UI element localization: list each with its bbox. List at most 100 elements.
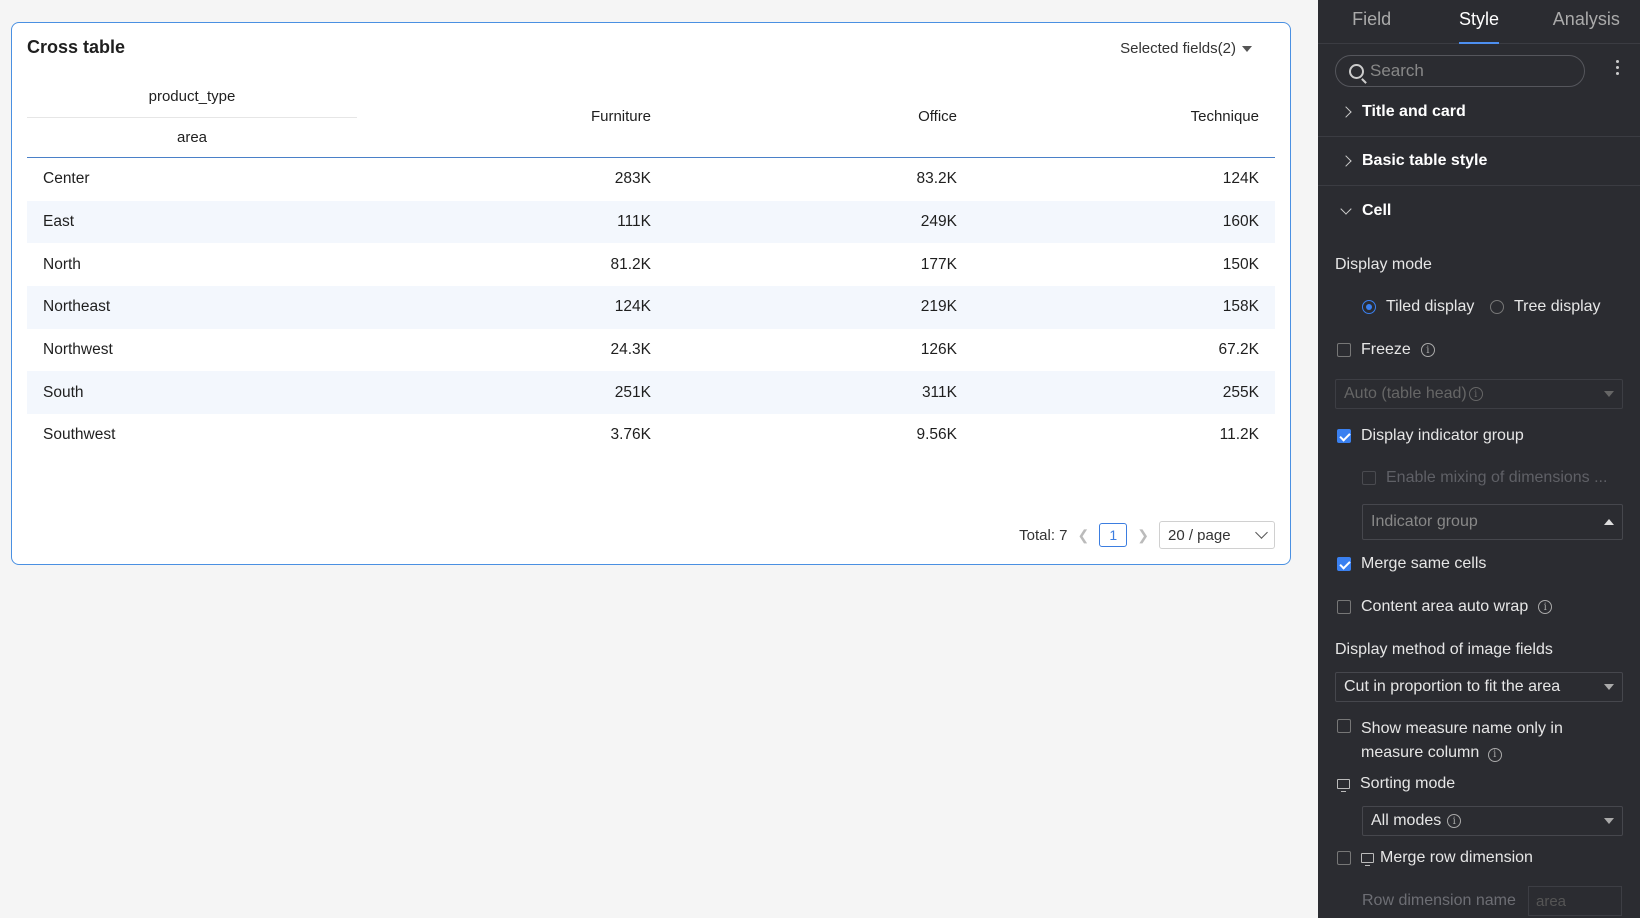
value-cell: 219K xyxy=(920,298,957,316)
row-dimension-cell: East xyxy=(43,213,75,231)
prev-page-icon[interactable]: ❮ xyxy=(1078,527,1090,544)
row-dimension-cell: Center xyxy=(43,170,90,188)
show-measure-name-label-2: measure column xyxy=(1361,744,1480,761)
page-1-button[interactable]: 1 xyxy=(1099,523,1128,547)
checkbox-icon xyxy=(1337,719,1351,733)
row-dimension-cell: Northwest xyxy=(43,341,113,359)
row-dimension-name-input[interactable]: area xyxy=(1528,886,1622,916)
value-cell: 249K xyxy=(920,213,957,231)
radio-selected-icon xyxy=(1362,300,1376,314)
freeze-select-value: Auto (table head) xyxy=(1344,385,1467,402)
search-icon xyxy=(1349,64,1364,79)
more-options-icon[interactable] xyxy=(1616,60,1620,75)
column-header-furniture[interactable]: Furniture xyxy=(591,108,651,125)
style-panel: Field Style Analysis Search Title and ca… xyxy=(1318,0,1640,918)
enable-mixing-checkbox[interactable]: Enable mixing of dimensions ... xyxy=(1362,469,1607,487)
merge-row-dimension-label: Merge row dimension xyxy=(1380,849,1533,866)
section-label: Title and card xyxy=(1362,103,1466,120)
selected-fields-dropdown[interactable]: Selected fields(2) xyxy=(1120,40,1252,57)
column-header-office[interactable]: Office xyxy=(918,108,957,125)
table-row[interactable]: East 111K 249K 160K xyxy=(27,200,1275,244)
checkbox-checked-icon xyxy=(1337,429,1351,443)
table-row[interactable]: Southwest 3.76K 9.56K 11.2K xyxy=(27,414,1275,457)
caret-down-icon xyxy=(1604,818,1614,824)
table-row[interactable]: Northeast 124K 219K 158K xyxy=(27,286,1275,329)
enable-mixing-label: Enable mixing of dimensions ... xyxy=(1386,469,1608,486)
section-basic-table-style[interactable]: Basic table style xyxy=(1318,137,1640,186)
tiled-display-radio[interactable]: Tiled display xyxy=(1362,298,1474,316)
value-cell: 160K xyxy=(1222,213,1259,231)
chevron-right-icon xyxy=(1340,155,1352,167)
table-row[interactable]: North 81.2K 177K 150K xyxy=(27,243,1275,286)
value-cell: 124K xyxy=(614,298,651,316)
table-row[interactable]: South 251K 311K 255K xyxy=(27,371,1275,415)
value-cell: 24.3K xyxy=(610,341,651,359)
info-icon: i xyxy=(1487,748,1502,762)
info-icon: i xyxy=(1468,387,1483,401)
image-display-value: Cut in proportion to fit the area xyxy=(1344,678,1561,695)
content-auto-wrap-checkbox[interactable]: Content area auto wrap i xyxy=(1337,598,1553,616)
radio-icon xyxy=(1490,300,1504,314)
monitor-icon xyxy=(1337,779,1350,792)
show-measure-name-label-1: Show measure name only in xyxy=(1361,720,1563,737)
tree-display-label: Tree display xyxy=(1514,298,1601,315)
chevron-down-icon xyxy=(1340,202,1352,215)
value-cell: 124K xyxy=(1222,170,1259,188)
tiled-display-label: Tiled display xyxy=(1386,298,1475,315)
chevron-down-icon xyxy=(1255,526,1268,539)
value-cell: 111K xyxy=(617,213,651,231)
row-dimension-cell: Southwest xyxy=(43,426,116,444)
table-body: Center 283K 83.2K 124K East 111K 249K 160K North… xyxy=(27,158,1275,457)
page-size-value: 20 / page xyxy=(1168,526,1231,544)
merge-same-cells-checkbox[interactable]: Merge same cells xyxy=(1337,555,1486,573)
freeze-checkbox[interactable]: Freeze i xyxy=(1337,341,1435,359)
image-display-select[interactable]: Cut in proportion to fit the area xyxy=(1335,672,1623,702)
value-cell: 9.56K xyxy=(916,426,957,444)
indicator-group-select[interactable]: Indicator group xyxy=(1362,504,1623,540)
freeze-select[interactable]: Auto (table head) i xyxy=(1335,379,1623,409)
cross-table-card[interactable]: Cross table Selected fields(2) product_t… xyxy=(11,22,1291,565)
table-row[interactable]: Center 283K 83.2K 124K xyxy=(27,158,1275,201)
caret-down-icon xyxy=(1242,45,1252,52)
tab-analysis[interactable]: Analysis xyxy=(1533,0,1640,43)
caret-down-icon xyxy=(1604,684,1614,690)
caret-down-icon xyxy=(1604,391,1614,397)
info-icon: i xyxy=(1420,343,1435,357)
value-cell: 255K xyxy=(1222,383,1259,401)
column-header-technique[interactable]: Technique xyxy=(1191,108,1259,125)
column-dimension-header[interactable]: product_type xyxy=(27,88,357,118)
display-indicator-group-checkbox[interactable]: Display indicator group xyxy=(1337,427,1524,445)
table-header: product_type area Furniture Office Techn… xyxy=(27,78,1275,158)
tab-style[interactable]: Style xyxy=(1425,0,1532,43)
show-measure-name-checkbox[interactable]: Show measure name only in measure column… xyxy=(1337,717,1563,765)
pagination: Total: 7 ❮ 1 ❯ 20 / page xyxy=(1019,521,1275,549)
value-cell: 150K xyxy=(1222,255,1259,273)
row-dimension-header[interactable]: area xyxy=(27,129,357,146)
page-size-select[interactable]: 20 / page xyxy=(1159,521,1275,549)
value-cell: 251K xyxy=(614,383,651,401)
tab-field[interactable]: Field xyxy=(1318,0,1425,43)
sorting-mode-select[interactable]: All modes i xyxy=(1362,806,1623,836)
content-auto-wrap-label: Content area auto wrap xyxy=(1361,598,1529,615)
sorting-mode-value: All modes xyxy=(1371,812,1442,829)
next-page-icon[interactable]: ❯ xyxy=(1137,527,1149,544)
info-icon: i xyxy=(1538,600,1553,614)
search-input[interactable]: Search xyxy=(1335,55,1585,87)
section-label: Cell xyxy=(1362,201,1392,219)
tree-display-radio[interactable]: Tree display xyxy=(1490,298,1601,316)
checkbox-icon xyxy=(1337,600,1351,614)
value-cell: 83.2K xyxy=(916,170,957,188)
row-dimension-cell: Northeast xyxy=(43,298,111,316)
section-title-and-card[interactable]: Title and card xyxy=(1318,88,1640,137)
checkbox-icon xyxy=(1337,851,1351,865)
value-cell: 311K xyxy=(921,383,957,401)
row-dimension-cell: South xyxy=(43,383,84,401)
checkbox-icon xyxy=(1362,471,1376,485)
table-row[interactable]: Northwest 24.3K 126K 67.2K xyxy=(27,329,1275,372)
display-indicator-group-label: Display indicator group xyxy=(1361,427,1524,444)
image-display-label: Display method of image fields xyxy=(1335,641,1553,658)
value-cell: 126K xyxy=(920,341,957,359)
merge-row-dimension-checkbox[interactable]: Merge row dimension xyxy=(1337,849,1533,867)
section-cell[interactable]: Cell xyxy=(1318,186,1640,235)
section-label: Basic table style xyxy=(1362,152,1488,169)
